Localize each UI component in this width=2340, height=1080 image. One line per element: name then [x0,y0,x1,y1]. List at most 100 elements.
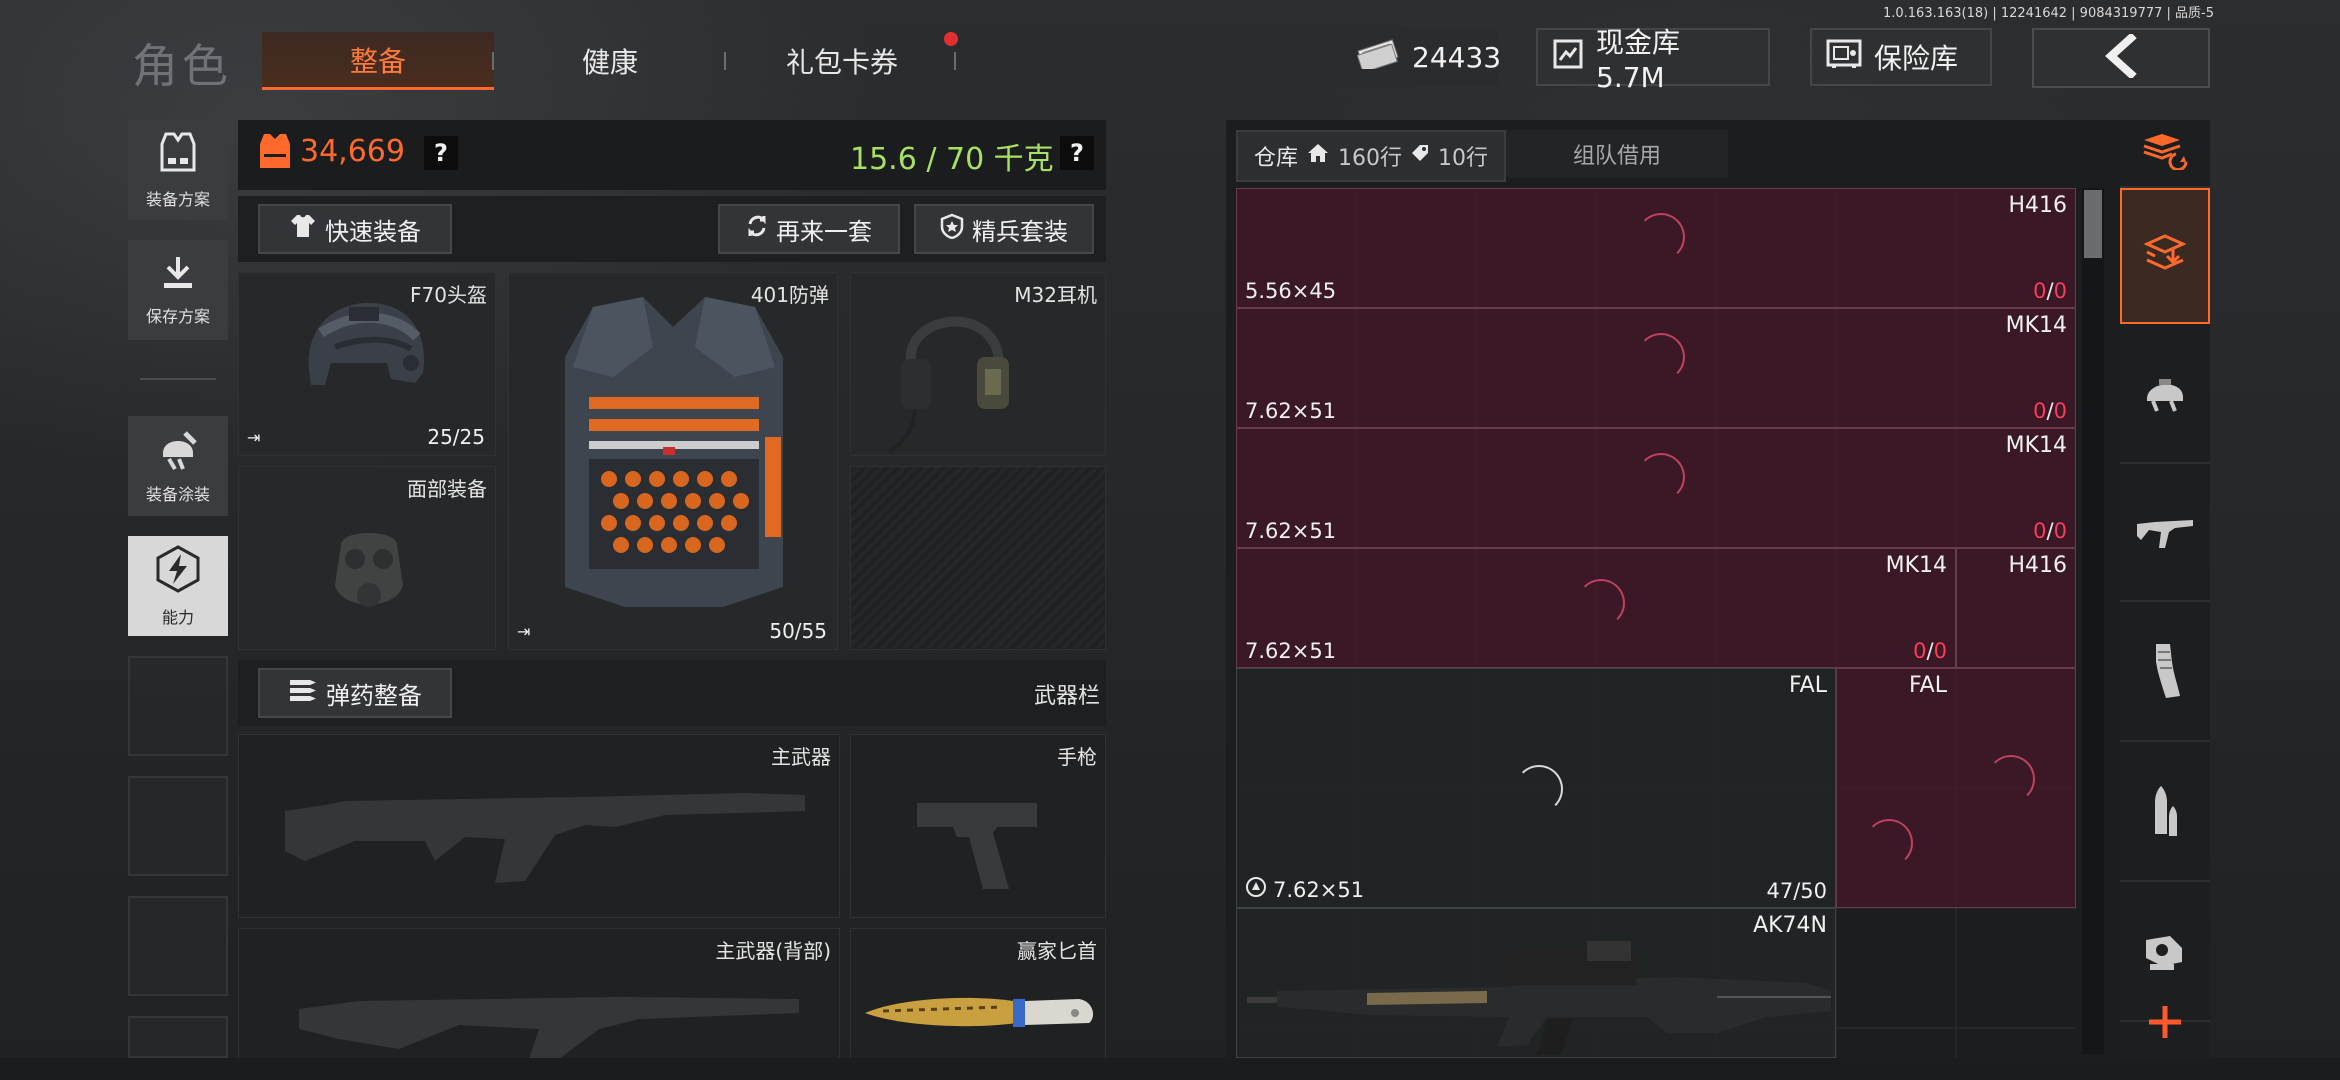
currency-display: 24433 [1342,28,1501,86]
pistol-slot[interactable]: 手枪 [850,734,1106,918]
armor-slot[interactable]: 401防弹 ⇥ 50/55 [508,272,838,650]
elite-set-label: 精兵套装 [972,217,1068,246]
item-name: AK74N [1753,913,1827,938]
loading-spinner-icon [1637,333,1685,381]
empty-gear-slot [850,466,1106,650]
category-magazine-button[interactable] [2120,606,2210,742]
primary-weapon-name: 主武器 [771,745,831,769]
primary-back-weapon-name: 主武器(背部) [715,939,831,963]
tab-health[interactable]: 健康 [494,32,726,90]
tab-divider [954,52,956,70]
loading-spinner-icon [1987,755,2035,803]
tag-icon [1410,143,1430,169]
value-help-button[interactable]: ? [424,136,458,170]
team-borrow-label: 组队借用 [1573,144,1662,169]
warehouse-item[interactable]: FAL 7.62×51 47/50 [1236,668,1836,908]
knife-name: 赢家匕首 [1017,939,1097,963]
item-name: MK14 [1885,553,1947,578]
ammo-equip-button[interactable]: 弹药整备 [258,668,452,718]
category-ammo-button[interactable] [2120,746,2210,882]
tab-warehouse[interactable]: 仓库 160行 10行 [1236,130,1507,182]
armor-durability: 50/55 [769,619,827,643]
add-category-button[interactable] [2120,990,2210,1058]
primary-back-weapon-slot[interactable]: 主武器(背部) [238,928,840,1060]
tab-equipment[interactable]: 整备 [262,32,494,90]
rifle-silhouette-icon [299,979,799,1063]
helmet-skin-icon [155,427,201,475]
warehouse-item[interactable]: FAL [1836,668,2076,908]
quick-equip-button[interactable]: 快速装备 [258,204,452,254]
save-plan-button[interactable]: 保存方案 [128,240,228,340]
elite-set-button[interactable]: 精兵套装 [914,204,1094,254]
empty-nav-slot [128,1016,228,1058]
weapon-bar-title: 武器栏 [1033,684,1100,709]
page-title: 角色 [132,39,232,93]
ammo-icon [2147,782,2183,844]
unequip-icon[interactable]: ⇥ [517,622,530,641]
stack-refresh-icon [2140,132,2190,174]
warehouse-item[interactable]: AK74N [1236,908,1836,1058]
item-name: FAL [1789,673,1827,698]
headset-name: M32耳机 [1014,283,1097,307]
warehouse-item[interactable]: MK14 7.62×51 0/0 [1236,548,1956,668]
item-name: MK14 [2005,313,2067,338]
face-gear-name: 面部装备 [407,477,487,501]
item-caliber: 7.62×51 [1245,639,1337,663]
scrollbar-thumb[interactable] [2084,190,2102,258]
loading-spinner-icon [1577,579,1625,627]
cash-vault-button[interactable]: 现金库 5.7M [1536,26,1770,94]
warehouse-item[interactable]: H416 5.56×45 0/0 [1236,188,2076,308]
empty-nav-slot [128,776,228,876]
safe-icon [1826,39,1862,76]
cash-icon [1356,38,1400,76]
loading-spinner-icon [1515,765,1563,813]
warehouse-grid: H416 5.56×45 0/0 MK14 7.62×51 0/0 MK14 7… [1236,188,2076,1058]
knife-slot[interactable]: 赢家匕首 [850,928,1106,1060]
ak74n-rifle-icon [1247,937,1833,1058]
item-count: 0/0 [2033,399,2067,423]
equipment-skin-button[interactable]: 装备涂装 [128,416,228,516]
safe-box-button[interactable]: 保险库 [1810,28,1992,86]
safe-box-label: 保险库 [1874,42,1959,75]
category-all-button[interactable] [2120,188,2210,324]
tab-gift-cards[interactable]: 礼包卡券 [726,32,958,90]
category-sort-button[interactable] [2120,120,2210,188]
retry-set-button[interactable]: 再来一套 [718,204,900,254]
ammo-type-icon [1245,876,1267,903]
warehouse-scrollbar[interactable] [2082,188,2104,1054]
warehouse-item[interactable]: MK14 7.62×51 0/0 [1236,428,2076,548]
bottom-strip [0,1058,2340,1080]
tab-team-borrow[interactable]: 组队借用 [1506,130,1729,178]
empty-nav-slot [128,656,228,756]
weight-help-button[interactable]: ? [1060,136,1094,170]
item-caliber: 5.56×45 [1245,279,1337,303]
ammo-stack-icon [288,678,318,708]
refresh-icon [746,214,768,244]
warehouse-item[interactable]: MK14 7.62×51 0/0 [1236,308,2076,428]
golden-knife-icon [863,987,1099,1041]
shirt-icon [289,213,317,245]
ability-button[interactable]: 能力 [128,536,228,636]
face-gear-slot[interactable]: 面部装备 [238,466,496,650]
shield-icon [940,213,964,245]
retry-set-label: 再来一套 [776,217,872,246]
item-caliber: 7.62×51 [1245,519,1337,543]
pistol-silhouette-icon [917,793,1037,897]
headset-slot[interactable]: M32耳机 [850,272,1106,456]
warehouse-item[interactable]: H416 [1956,548,2076,668]
category-rifle-button[interactable] [2120,466,2210,602]
loading-spinner-icon [1637,213,1685,261]
save-plan-label: 保存方案 [145,307,210,326]
back-button[interactable] [2032,28,2210,88]
helmet-slot[interactable]: F70头盔 ⇥ 25/25 [238,272,496,456]
magazine-icon [2148,642,2182,704]
equipment-plan-button[interactable]: 装备方案 [128,120,228,220]
unequip-icon[interactable]: ⇥ [247,428,260,447]
category-helmet-button[interactable] [2120,328,2210,464]
primary-weapon-slot[interactable]: 主武器 [238,734,840,918]
plus-icon [2147,1004,2183,1044]
item-caliber: 7.62×51 [1245,876,1364,903]
helmet-icon [291,293,441,427]
pistol-name: 手枪 [1057,745,1097,769]
rifle-silhouette-icon [285,771,805,905]
